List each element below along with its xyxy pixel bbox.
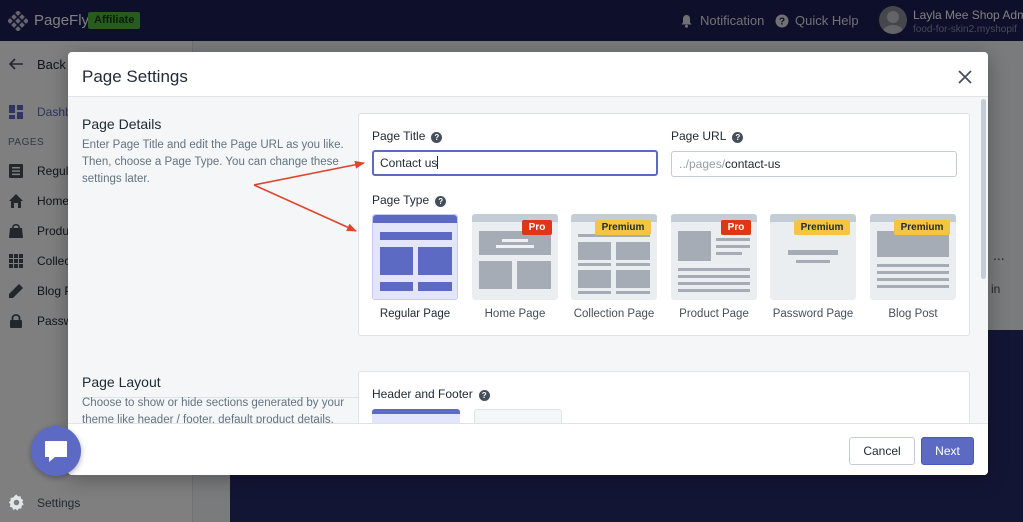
modal-scrollbar[interactable] [981,99,986,279]
gear-icon [8,494,24,511]
chat-icon [45,441,67,462]
thumbnail-line [877,278,949,281]
header-footer-label-text: Header and Footer [372,387,473,401]
page-url-value: contact-us [725,157,781,171]
thumbnail-line [877,285,949,288]
page-type-blog[interactable]: Premium [870,214,956,300]
page-layout-card: Header and Footer? [358,371,970,423]
thumbnail-block [418,247,452,275]
settings-label: Settings [37,496,81,510]
page-layout-title: Page Layout [82,374,161,390]
thumbnail-block [616,270,650,288]
help-icon[interactable]: ? [431,132,443,143]
page-title-input[interactable]: Contact us [372,150,658,176]
thumbnail-block [788,250,838,255]
thumbnail-header [373,215,457,223]
page-type-label-collection[interactable]: Collection Page [559,308,669,320]
page-type-collection[interactable]: Premium [571,214,657,300]
thumbnail-line [678,275,750,278]
page-type-label: Page Type? [372,193,447,207]
pro-badge: Pro [721,220,751,235]
close-icon[interactable] [956,68,974,86]
thumbnail-block [380,232,452,240]
thumbnail-line [678,282,750,285]
page-type-label-text: Page Type [372,193,430,207]
thumbnail-block [616,242,650,260]
page-title-label-text: Page Title [372,129,426,143]
page-url-label: Page URL? [671,129,744,143]
header-footer-label: Header and Footer? [372,387,490,401]
premium-badge: Premium [894,220,950,235]
page-url-prefix: ../pages/ [679,157,726,171]
modal-footer: Cancel Next [68,423,988,475]
page-title-label: Page Title? [372,129,443,143]
thumbnail-line [502,239,528,242]
page-details-card: Page Title? Contact us Page URL? ../page… [358,113,970,336]
cancel-button[interactable]: Cancel [849,437,915,465]
page-url-input[interactable]: ../pages/contact-us [671,151,957,177]
thumbnail-line [496,245,534,248]
thumbnail-line [616,291,650,294]
modal-body[interactable]: Page Details Enter Page Title and edit t… [68,96,988,423]
premium-badge: Premium [794,220,850,235]
thumbnail-line [678,268,750,271]
page-type-regular[interactable] [372,214,458,300]
thumbnail-block [479,261,512,289]
arrow-to-page-type [253,184,357,232]
header-footer-option-hide[interactable] [474,409,562,423]
page-details-title: Page Details [82,116,162,132]
chat-button[interactable] [31,426,81,476]
page-layout-description: Choose to show or hide sections generate… [82,397,345,423]
page-type-product[interactable]: Pro [671,214,757,300]
thumbnail-line [716,238,750,241]
page-type-label-blog[interactable]: Blog Post [858,308,968,320]
thumbnail-block [380,282,413,291]
thumbnail-block [578,270,611,288]
pro-badge: Pro [522,220,552,235]
text-caret [437,156,439,169]
modal-title: Page Settings [82,67,188,86]
page-type-label-home[interactable]: Home Page [460,308,570,320]
thumbnail-line [877,264,949,267]
header-footer-option-show[interactable] [372,409,460,423]
thumbnail-block [578,242,611,260]
help-icon[interactable]: ? [732,132,744,143]
page-details-description: Enter Page Title and edit the Page URL a… [82,139,344,185]
page-type-label-regular[interactable]: Regular Page [360,308,470,320]
thumbnail-block [517,261,551,289]
page-type-label-product[interactable]: Product Page [659,308,769,320]
thumbnail-block [678,231,711,261]
thumbnail-line [716,245,750,248]
next-button[interactable]: Next [921,437,974,465]
thumbnail-line [678,289,750,292]
thumbnail-line [578,263,611,266]
page-url-label-text: Page URL [671,129,727,143]
help-icon[interactable]: ? [478,390,490,401]
page-type-label-password[interactable]: Password Page [758,308,868,320]
thumbnail-block [418,282,452,291]
help-icon[interactable]: ? [435,196,447,207]
premium-badge: Premium [595,220,651,235]
thumbnail-line [877,271,949,274]
page-settings-modal: Page Settings Page Details Enter Page Ti… [68,52,988,475]
thumbnail-block [380,247,413,275]
thumbnail-line [716,252,742,255]
page-title-value: Contact us [380,156,438,170]
thumbnail-line [616,263,650,266]
thumbnail-line [796,260,830,263]
thumbnail-line [578,291,611,294]
page-type-password[interactable]: Premium [770,214,856,300]
page-type-home[interactable]: Pro [472,214,558,300]
sidebar-item-settings[interactable]: Settings [8,494,80,514]
